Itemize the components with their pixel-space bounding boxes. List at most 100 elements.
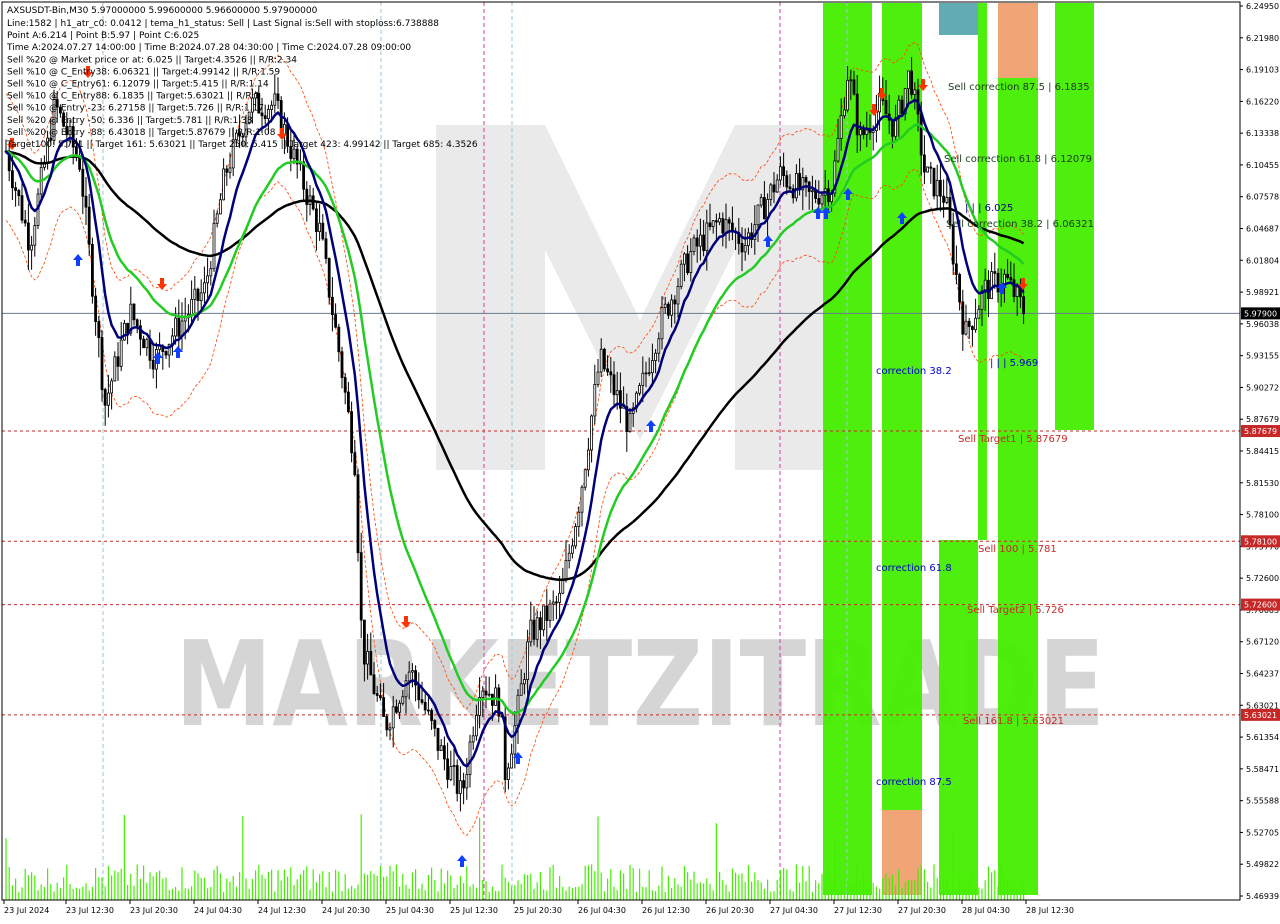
price-tick-label: 5.96038 — [1246, 320, 1279, 329]
bear-candle — [378, 695, 382, 698]
bull-candle — [199, 292, 203, 301]
bear-candle — [84, 195, 88, 208]
bear-candle — [337, 326, 341, 353]
bear-candle — [343, 377, 347, 393]
bull-candle — [846, 79, 849, 111]
bear-candle — [721, 218, 725, 234]
price-tick-label: 5.52705 — [1246, 828, 1279, 837]
bear-candle — [353, 452, 357, 476]
bull-candle — [811, 190, 814, 193]
bear-candle — [539, 617, 542, 631]
bear-candle — [327, 258, 331, 298]
bull-candle — [266, 109, 270, 119]
bear-candle — [302, 161, 306, 190]
bear-candle — [362, 619, 366, 665]
bull-candle — [506, 767, 510, 781]
bear-candle — [359, 552, 363, 621]
price-tick-label: 5.49822 — [1246, 860, 1279, 869]
price-level-tag-label: 5.97900 — [1244, 309, 1277, 318]
bear-candle — [951, 224, 955, 265]
bull-candle — [683, 253, 686, 265]
bear-candle — [446, 758, 450, 780]
bull-candle — [513, 725, 517, 755]
bear-candle — [1022, 296, 1025, 315]
bear-candle — [884, 100, 888, 115]
bear-candle — [958, 274, 961, 303]
price-tick-label: 6.21980 — [1246, 34, 1279, 43]
price-level-tag-label: 5.63021 — [1244, 711, 1277, 720]
bull-candle — [474, 714, 478, 737]
bear-candle — [340, 351, 344, 378]
time-tick-label: 26 Jul 20:30 — [706, 906, 754, 915]
price-level-tag-label: 5.78100 — [1244, 537, 1277, 546]
price-tick-label: 5.58471 — [1246, 765, 1279, 774]
bear-candle — [177, 317, 181, 337]
time-tick-label: 24 Jul 12:30 — [258, 906, 306, 915]
bear-candle — [423, 702, 427, 711]
bear-candle — [375, 693, 379, 696]
bear-candle — [276, 93, 280, 101]
bull-candle — [33, 225, 37, 246]
bull-candle — [843, 109, 846, 117]
time-tick-label: 25 Jul 20:30 — [514, 906, 562, 915]
bull-candle — [113, 356, 117, 382]
bull-candle — [119, 339, 123, 367]
bear-candle — [695, 237, 699, 247]
bear-candle — [855, 93, 859, 136]
bull-candle — [839, 115, 843, 139]
chart-root: MARKETZITRADE Sell correction 87.5 | 6.1… — [0, 0, 1280, 920]
bear-candle — [785, 175, 789, 188]
bull-candle — [590, 415, 593, 451]
bull-candle — [273, 93, 277, 106]
time-tick-label: 26 Jul 12:30 — [642, 906, 690, 915]
bull-candle — [935, 179, 939, 197]
bull-candle — [593, 383, 597, 417]
bull-candle — [468, 741, 472, 775]
bull-candle — [551, 601, 555, 605]
bull-candle — [945, 197, 949, 203]
bull-candle — [743, 245, 747, 253]
bull-candle — [123, 322, 126, 341]
price-tick-label: 5.55588 — [1246, 797, 1279, 806]
bull-candle — [599, 348, 603, 373]
info-line: Time A:2024.07.27 14:00:00 | Time B:2024… — [6, 43, 411, 53]
bull-candle — [705, 222, 709, 251]
bear-candle — [321, 222, 325, 240]
bear-candle — [612, 374, 616, 396]
time-tick-label: 26 Jul 04:30 — [578, 906, 626, 915]
time-tick-label: 24 Jul 20:30 — [322, 906, 370, 915]
price-tick-label: 5.90272 — [1246, 383, 1279, 392]
bull-candle — [596, 371, 600, 385]
price-tick-label: 5.81530 — [1246, 479, 1279, 488]
bull-candle — [756, 204, 760, 226]
bull-candle — [535, 617, 539, 640]
bear-candle — [686, 253, 689, 274]
bull-candle — [836, 137, 840, 162]
bear-candle — [442, 745, 446, 760]
bull-candle — [193, 288, 197, 300]
bear-candle — [142, 338, 146, 349]
time-tick-label: 28 Jul 04:30 — [962, 906, 1010, 915]
bull-candle — [542, 605, 545, 631]
bear-candle — [417, 684, 421, 701]
symbol-header: AXSUSDT-Bin,M30 5.97000000 5.99600000 5.… — [7, 6, 318, 16]
bear-candle — [436, 727, 440, 751]
price-tick-label: 6.19103 — [1246, 66, 1279, 75]
bear-candle — [606, 368, 609, 373]
bull-candle — [689, 251, 693, 274]
bear-candle — [94, 295, 97, 323]
bull-candle — [692, 237, 696, 252]
bear-candle — [919, 113, 923, 156]
info-line: Sell %20 @ Entry -50: 6.336 || Target:5.… — [7, 116, 253, 126]
bull-candle — [481, 690, 485, 698]
bull-candle — [615, 390, 619, 396]
bear-candle — [862, 129, 865, 135]
info-line: Sell %20 @ Market price or at: 6.025 || … — [7, 55, 297, 65]
bull-candle — [215, 213, 219, 224]
bear-candle — [996, 272, 1000, 293]
bear-candle — [334, 314, 338, 328]
bull-candle — [657, 338, 661, 354]
bear-candle — [1009, 277, 1013, 281]
bear-candle — [740, 243, 744, 253]
bull-candle — [990, 271, 993, 300]
